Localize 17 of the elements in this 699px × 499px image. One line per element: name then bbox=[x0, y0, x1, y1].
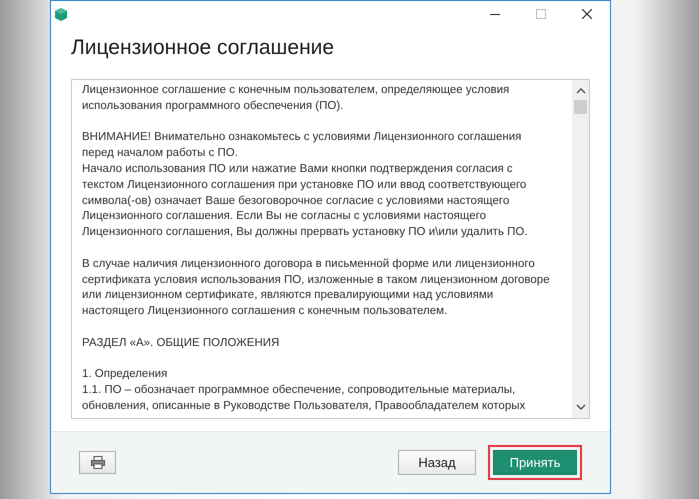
license-paragraph: В случае наличия лицензионного договора в письменной форме или лицензионного сертификата условия использования ПО, изложенные в таком лицензионном договоре или лицензионном сертификате, являются превалирующими над условиями настоящего Лицензионного соглашения с конечным пользователем. bbox=[82, 256, 550, 320]
license-paragraph: 1. Определения 1.1. ПО – обозначает программное обеспечение, сопроводительные материалы, обновления, описанные в Руководстве Пользователя, Правообладателем которых bbox=[82, 367, 526, 414]
app-icon bbox=[55, 8, 67, 20]
license-paragraph: Лицензионное соглашение с конечным пользователем, определяющее условия использования программного обеспечения (ПО). bbox=[82, 83, 510, 114]
accept-button[interactable]: Принять bbox=[493, 450, 577, 475]
back-button[interactable]: Назад bbox=[398, 450, 476, 475]
close-icon bbox=[582, 9, 592, 19]
scroll-thumb[interactable] bbox=[574, 100, 587, 114]
license-paragraph: ВНИМАНИЕ! Внимательно ознакомьтесь с условиями Лицензионного соглашения перед началом работы с ПО. Начало использования ПО или нажатие Вами кнопки подтверждения согласия с текстом Лицензионного соглашения при установке ПО или ввод соответствующего символа(-ов) означает Ваше безоговорочное согласие с условиями настоящего Лицензионного соглашения. Если Вы не согласны с условиями настоящего Лицензионного соглашения, Вы должны прервать установку ПО и\или удалить ПО. bbox=[82, 130, 528, 240]
print-button[interactable] bbox=[79, 451, 116, 474]
printer-icon bbox=[90, 456, 104, 469]
maximize-icon bbox=[536, 9, 546, 19]
scrollbar[interactable] bbox=[572, 80, 589, 418]
scroll-up-icon[interactable] bbox=[576, 88, 586, 94]
license-paragraph: РАЗДЕЛ «А». ОБЩИЕ ПОЛОЖЕНИЯ bbox=[82, 336, 280, 351]
scroll-down-icon[interactable] bbox=[576, 404, 586, 410]
window-title: Лицензионное соглашение bbox=[71, 35, 334, 61]
